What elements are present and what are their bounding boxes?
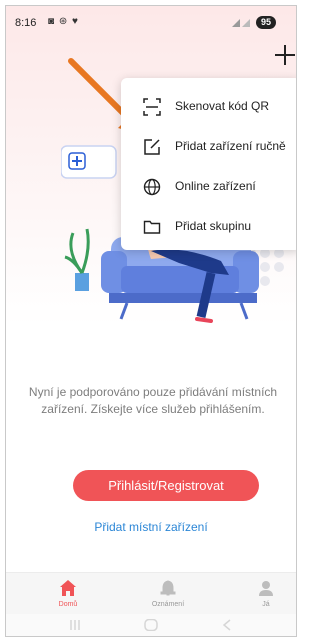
add-local-device-link[interactable]: Přidat místní zařízení [6,520,296,534]
add-menu-popup: Skenovat kód QR Přidat zařízení ručně On… [121,78,296,250]
notification-icons: ◙ ⊛ ♥ [48,16,79,27]
bell-icon [160,580,176,596]
bottom-nav: Domů Oznámení Já [6,572,296,615]
menu-item-online-devices[interactable]: Online zařízení [121,168,296,206]
nav-me[interactable]: Já [236,573,296,615]
nav-label: Oznámení [151,601,185,608]
edit-icon [144,139,160,155]
menu-label: Online zařízení [175,179,256,193]
system-nav-bar [6,614,296,636]
signal-icon [231,17,251,30]
globe-icon [143,178,161,196]
status-time: 8:16 [15,17,37,29]
home-system-icon[interactable] [144,619,158,631]
battery-icon: 95 [256,16,276,29]
qr-scan-icon [143,98,161,116]
menu-item-scan-qr[interactable]: Skenovat kód QR [121,88,296,126]
menu-item-add-manually[interactable]: Přidat zařízení ručně [121,128,296,166]
person-icon [259,581,273,596]
nav-label: Domů [58,601,78,608]
menu-item-add-group[interactable]: Přidat skupinu [121,208,296,246]
login-register-button[interactable]: Přihlásit/Registrovat [73,470,259,501]
add-plus-button[interactable] [274,44,296,66]
nav-home[interactable]: Domů [38,573,98,615]
local-only-message: Nyní je podporováno pouze přidávání míst… [28,385,278,416]
back-icon[interactable] [220,619,234,631]
nav-label: Já [262,601,270,608]
menu-label: Přidat zařízení ručně [175,139,286,153]
menu-label: Přidat skupinu [175,219,252,233]
nav-notifications[interactable]: Oznámení [138,573,198,615]
menu-label: Skenovat kód QR [175,99,270,113]
home-icon [60,580,76,596]
folder-icon [143,220,161,234]
app-screen: 8:16 ◙ ⊛ ♥ 95 Skenovat kód QR Přidat zař… [5,5,297,637]
status-bar: 8:16 ◙ ⊛ ♥ 95 [6,6,296,40]
recent-apps-icon[interactable] [68,619,82,631]
